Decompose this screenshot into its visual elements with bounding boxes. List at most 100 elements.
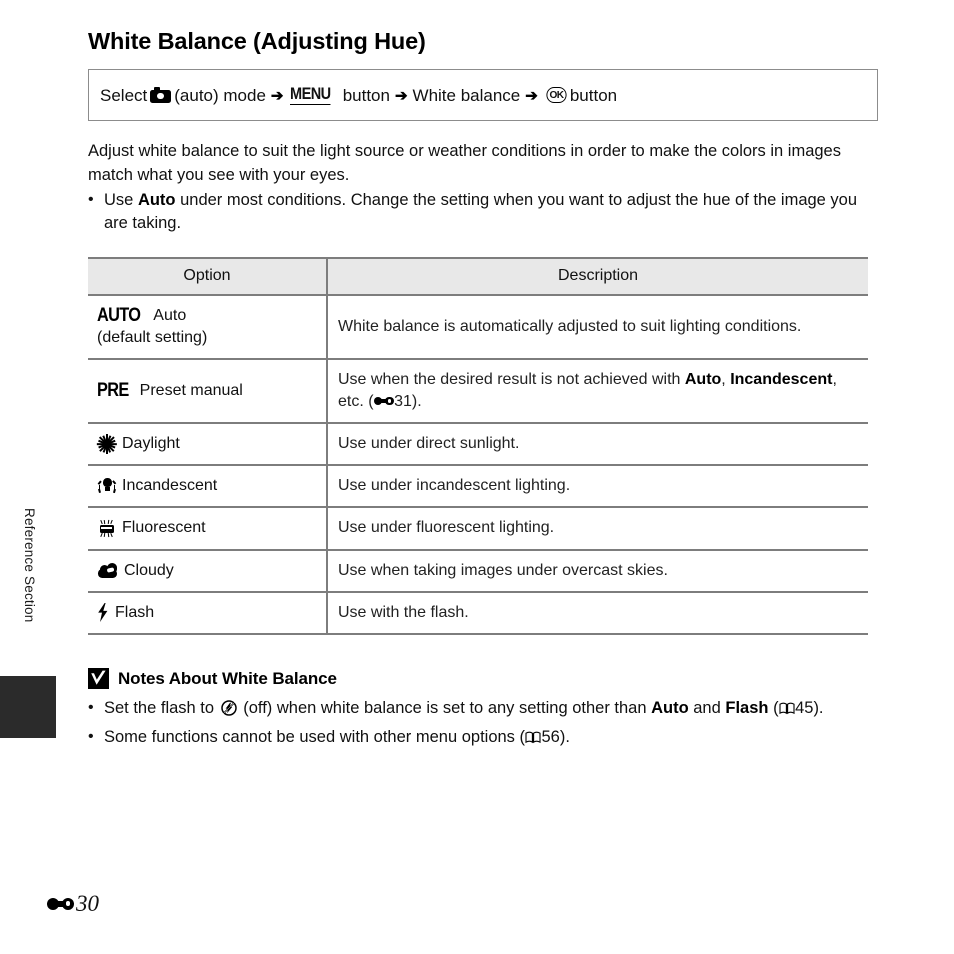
bullet-marker: •	[88, 727, 94, 745]
arrow-right-icon: ➔	[270, 87, 284, 105]
option-name-incandescent: Incandescent	[122, 477, 218, 495]
option-cell-daylight: Daylight	[88, 422, 328, 467]
note1-book-page: 45	[795, 699, 814, 718]
page-number-value: 30	[76, 891, 99, 916]
description-cell-incandescent: Use under incandescent lighting.	[327, 465, 868, 509]
intro-paragraph: Adjust white balance to suit the light s…	[88, 142, 841, 184]
arrow-right-icon-3: ➔	[525, 87, 538, 105]
sun-icon	[96, 433, 117, 454]
cloud-icon	[97, 562, 118, 579]
navigation-path-text: Select (auto) mode ➔ MENU button ➔ White…	[100, 84, 618, 105]
option-name-preset-manual: Preset manual	[139, 382, 243, 400]
notes-title: Notes About White Balance	[118, 668, 337, 688]
table-header-description: Description	[327, 256, 868, 296]
intro-bullet-part1: Use	[104, 191, 138, 210]
option-cell-cloudy: Cloudy	[88, 549, 328, 594]
option-name-daylight: Daylight	[122, 434, 180, 452]
intro-bullet-item: • Use Auto under most conditions. Change…	[88, 189, 878, 236]
reference-section-icon	[47, 896, 74, 911]
table-header-option: Option	[88, 256, 328, 296]
book-page-icon	[779, 702, 795, 715]
table-row: Cloudy Use when taking images under over…	[88, 549, 868, 594]
footer-page-number: 30	[47, 892, 99, 915]
option-name-auto: Auto	[153, 306, 187, 324]
description-cell-cloudy: Use when taking images under overcast sk…	[327, 549, 868, 594]
camera-icon	[150, 87, 172, 104]
flash-off-icon	[220, 700, 237, 717]
description-cell-fluorescent: Use under fluorescent lighting.	[327, 507, 868, 551]
option-name-cloudy: Cloudy	[124, 561, 174, 579]
note2-part1: Some functions cannot be used with other…	[104, 727, 525, 746]
pre-desc-bold-incandescent: Incandescent	[730, 371, 833, 389]
option-cell-preset-manual: PRE Preset manual	[88, 359, 328, 424]
table-header-row: Option Description	[88, 256, 868, 296]
navpath-white-balance-label: White balance	[412, 85, 521, 105]
incandescent-bulb-icon	[97, 476, 117, 495]
navpath-select-label: Select	[100, 85, 148, 105]
pre-glyph: PRE	[97, 380, 129, 402]
notes-header: Notes About White Balance	[88, 668, 878, 690]
note1-part2: (off) when white balance is set to any s…	[238, 699, 652, 718]
note2-book-page: 56	[541, 727, 560, 746]
notes-item-1-text: Set the flash to (off) when white balanc…	[104, 697, 878, 720]
reference-section-icon	[373, 396, 394, 407]
note1-part5: ).	[813, 699, 824, 718]
side-tab-label: Reference Section	[22, 508, 37, 623]
pre-desc-part2: ,	[721, 371, 731, 389]
notes-bullet-item: • Some functions cannot be used with oth…	[88, 726, 878, 749]
navigation-path-box: Select (auto) mode ➔ MENU button ➔ White…	[88, 69, 878, 122]
pre-desc-part4: ).	[411, 392, 422, 410]
description-cell-flash: Use with the flash.	[327, 592, 868, 636]
navpath-mode-label: (auto) mode	[174, 85, 266, 105]
intro-section: Adjust white balance to suit the light s…	[88, 140, 878, 236]
option-sub-auto: (default setting)	[97, 329, 208, 347]
table-row: Incandescent Use under incandescent ligh…	[88, 465, 868, 509]
option-cell-auto: AUTO Auto (default setting)	[88, 294, 328, 361]
note1-part4: (	[768, 699, 779, 718]
navpath-ok-button-label: button	[569, 85, 618, 105]
option-cell-incandescent: Incandescent	[88, 465, 328, 509]
pre-desc-ref-page: 31	[394, 392, 412, 410]
option-name-fluorescent: Fluorescent	[122, 519, 206, 537]
white-balance-options-table: Option Description AUTO Auto (default se…	[88, 256, 868, 636]
page-content: White Balance (Adjusting Hue) Select (au…	[88, 0, 878, 749]
arrow-right-icon-2: ➔	[394, 87, 408, 105]
description-cell-auto: White balance is automatically adjusted …	[327, 294, 868, 361]
page-title: White Balance (Adjusting Hue)	[88, 28, 426, 54]
bullet-marker: •	[88, 699, 94, 717]
bullet-marker: •	[88, 191, 94, 209]
ok-button-glyph: OK	[546, 87, 567, 103]
book-page-icon	[525, 731, 541, 744]
note1-part1: Set the flash to	[104, 699, 219, 718]
note1-bold-flash: Flash	[725, 699, 769, 718]
navpath-menu-button-label: button	[342, 85, 390, 105]
auto-glyph: AUTO	[97, 305, 141, 326]
pre-desc-part1: Use when the desired result is not achie…	[338, 371, 685, 389]
table-row: Flash Use with the flash.	[88, 592, 868, 636]
notes-body: • Set the flash to (off) when white bala…	[88, 697, 878, 749]
option-name-flash: Flash	[115, 604, 155, 621]
note1-part3: and	[688, 699, 726, 718]
checkmark-badge-icon	[88, 668, 109, 690]
fluorescent-tube-icon	[97, 519, 116, 538]
note1-bold-auto: Auto	[651, 699, 689, 718]
intro-bullet-part2: under most conditions. Change the settin…	[104, 191, 858, 233]
table-row: AUTO Auto (default setting) White balanc…	[88, 294, 868, 361]
option-cell-flash: Flash	[88, 592, 328, 636]
notes-item-2-text: Some functions cannot be used with other…	[104, 726, 878, 749]
table-row: Daylight Use under direct sunlight.	[88, 422, 868, 467]
pre-desc-bold-auto: Auto	[684, 371, 722, 389]
table-row: Fluorescent Use under fluorescent lighti…	[88, 507, 868, 551]
notes-section: Notes About White Balance • Set the flas…	[88, 668, 878, 749]
intro-bullet-bold: Auto	[137, 191, 176, 210]
intro-bullet-text: Use Auto under most conditions. Change t…	[104, 189, 878, 236]
table-row: PRE Preset manual Use when the desired r…	[88, 359, 868, 424]
menu-button-glyph: MENU	[289, 84, 331, 105]
note2-part5: ).	[559, 727, 570, 746]
option-cell-fluorescent: Fluorescent	[88, 507, 328, 551]
side-tab-marker	[0, 676, 56, 738]
flash-bolt-icon	[97, 603, 109, 623]
side-tab: Reference Section	[0, 0, 56, 954]
description-cell-daylight: Use under direct sunlight.	[327, 422, 868, 467]
notes-bullet-item: • Set the flash to (off) when white bala…	[88, 697, 878, 720]
